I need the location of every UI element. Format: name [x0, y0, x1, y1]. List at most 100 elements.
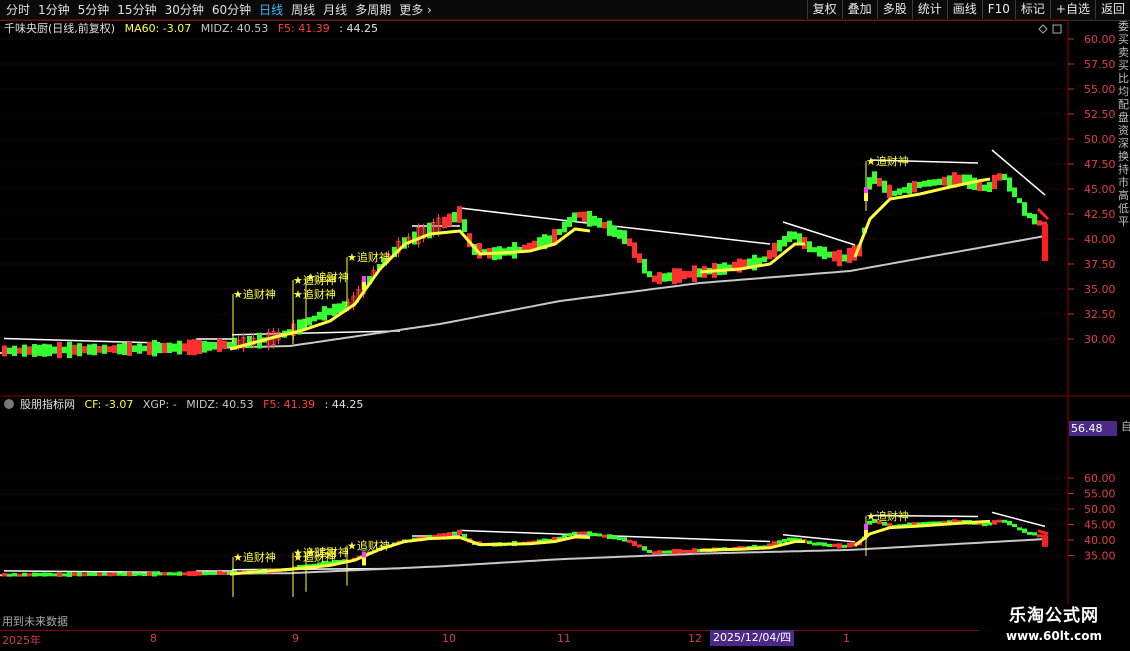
price-bar	[682, 549, 687, 553]
price-bar	[642, 546, 647, 551]
price-bar	[912, 180, 917, 193]
price-bar	[577, 211, 582, 218]
price-bar	[887, 184, 892, 198]
price-bar	[817, 246, 822, 257]
signal-label: ★追财神	[866, 154, 909, 168]
signal-marker	[362, 276, 366, 282]
price-bar	[1037, 534, 1042, 538]
price-bar	[172, 343, 177, 352]
price-bar	[942, 176, 947, 186]
price-bar	[57, 571, 62, 577]
price-bar	[582, 531, 587, 535]
price-bar	[572, 531, 577, 535]
price-bar	[157, 572, 162, 576]
price-bar	[1032, 214, 1037, 225]
trend-line	[459, 529, 579, 536]
signal-label: ★追财神	[233, 550, 276, 564]
price-bar	[127, 341, 132, 356]
price-bar	[117, 343, 122, 355]
price-bar	[1017, 527, 1022, 531]
price-bar	[827, 543, 832, 547]
price-bar	[137, 572, 142, 576]
price-bar	[1022, 528, 1027, 533]
price-bar	[1022, 202, 1027, 216]
price-bar	[217, 570, 222, 576]
price-bar	[102, 572, 107, 576]
price-bar	[607, 534, 612, 540]
price-bar	[662, 273, 667, 282]
price-bar	[812, 542, 817, 546]
price-bar	[872, 171, 877, 184]
price-bar	[192, 339, 197, 356]
price-bar	[1037, 220, 1042, 226]
price-bar	[692, 265, 697, 282]
site-logo: 乐淘公式网 www.60lt.com	[978, 604, 1130, 650]
price-bar	[687, 271, 692, 278]
price-bar	[1012, 524, 1017, 528]
price-bar	[932, 179, 937, 186]
price-bar	[592, 215, 597, 226]
time-axis: 2025年 8 9 10 11 12 1	[0, 630, 1068, 651]
quote-side-labels: 委买卖买比均配盘资深换持市高低平	[1118, 20, 1129, 228]
price-bar	[1007, 520, 1012, 526]
time-axis-label: 10	[442, 632, 456, 645]
price-bar	[807, 241, 812, 253]
price-bar	[172, 572, 177, 576]
price-bar	[112, 572, 117, 576]
y-tick-label: 40.00	[1084, 233, 1116, 246]
y-tick-label: 60.00	[1084, 472, 1116, 485]
price-bar	[187, 571, 192, 576]
price-bar	[882, 180, 887, 193]
time-axis-label: 2025年	[2, 634, 41, 647]
price-bar	[447, 532, 452, 537]
price-bar	[807, 540, 812, 545]
price-bar	[602, 534, 607, 538]
signal-marker	[362, 282, 366, 290]
price-bar	[672, 549, 677, 555]
signal-label: ★追财神	[233, 287, 276, 301]
price-bar	[937, 178, 942, 185]
price-bar	[892, 190, 897, 196]
price-bar	[692, 548, 697, 554]
trend-line	[991, 149, 1046, 196]
price-bar	[182, 572, 187, 576]
price-bar	[147, 571, 152, 576]
price-bar	[182, 343, 187, 352]
signal-label: ★追财神	[347, 539, 390, 553]
price-bar	[992, 520, 997, 525]
price-bar	[37, 344, 42, 356]
price-bar	[327, 308, 332, 316]
price-bar	[152, 571, 157, 577]
price-bar	[207, 571, 212, 575]
price-bar	[457, 206, 462, 223]
price-bar	[642, 258, 647, 274]
price-bar	[122, 572, 127, 576]
price-bar	[202, 340, 207, 353]
y-tick-label: 37.50	[1084, 258, 1116, 271]
price-bar	[842, 254, 847, 262]
price-bar	[72, 344, 77, 355]
y-tick-label: 60.00	[1084, 33, 1116, 46]
price-bar	[162, 342, 167, 354]
price-bar	[647, 271, 652, 278]
price-bar	[102, 344, 107, 354]
price-bar	[1002, 519, 1007, 523]
price-bar	[137, 343, 142, 354]
signal-marker	[864, 523, 868, 530]
price-bar	[142, 573, 147, 577]
price-bar	[897, 188, 902, 195]
signal-marker	[362, 557, 366, 566]
price-bar	[627, 238, 632, 247]
price-bar	[647, 549, 652, 553]
price-bar	[197, 340, 202, 355]
price-bar	[632, 541, 637, 546]
price-bar	[92, 343, 97, 356]
price-bar	[982, 523, 987, 527]
price-bar	[927, 179, 932, 187]
price-bar	[87, 572, 92, 576]
price-bar	[947, 175, 952, 186]
price-bar	[652, 551, 657, 555]
kline-chart[interactable]: ★追财神 ★追财神★追财神★追财神★追财神★追财神 ★追财神 ★追财神★追财神★追财…	[0, 0, 1130, 650]
price-bar	[657, 550, 662, 554]
time-axis-label: 11	[557, 632, 571, 645]
